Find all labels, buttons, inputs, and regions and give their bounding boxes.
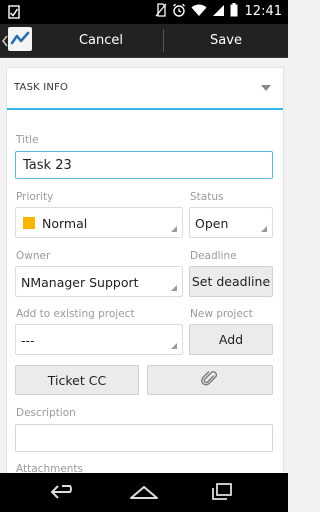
navigation-bar: [0, 473, 288, 512]
dropdown-corner-icon: [171, 285, 177, 291]
status-select[interactable]: Open: [189, 207, 273, 238]
wifi-icon: [191, 2, 207, 21]
project-label: Add to existing project: [16, 308, 135, 320]
owner-select[interactable]: NManager Support: [15, 266, 183, 297]
ticket-cc-button[interactable]: Ticket CC: [15, 365, 139, 395]
paperclip-icon: [201, 370, 219, 391]
deadline-label: Deadline: [190, 250, 237, 262]
owner-value: NManager Support: [21, 275, 139, 290]
status-bar: 12:41: [0, 0, 288, 24]
dropdown-corner-icon: [171, 226, 177, 232]
title-input[interactable]: Task 23: [15, 151, 273, 179]
form-scroll-area[interactable]: TASK INFO Title Task 23 Priority Status …: [0, 57, 288, 473]
task-info-section-header[interactable]: TASK INFO: [7, 68, 283, 110]
back-icon[interactable]: [49, 481, 79, 503]
dropdown-corner-icon: [261, 226, 267, 232]
description-label: Description: [16, 407, 76, 419]
new-project-label: New project: [190, 308, 253, 320]
clock: 12:41: [244, 4, 282, 19]
battery-icon: [230, 2, 238, 21]
owner-label: Owner: [16, 250, 51, 262]
home-icon[interactable]: [129, 481, 159, 503]
cancel-button[interactable]: Cancel: [40, 24, 162, 57]
alarm-icon: [172, 2, 186, 21]
section-title: TASK INFO: [14, 82, 69, 93]
priority-value: Normal: [42, 216, 88, 231]
dropdown-caret-icon: [261, 85, 271, 91]
up-navigation[interactable]: [2, 27, 36, 55]
priority-label: Priority: [16, 191, 54, 203]
description-input[interactable]: [15, 424, 273, 452]
priority-select[interactable]: Normal: [15, 207, 183, 238]
title-value: Task 23: [23, 158, 72, 173]
project-value: ---: [21, 333, 35, 348]
recent-apps-icon[interactable]: [207, 481, 237, 503]
dropdown-corner-icon: [171, 343, 177, 349]
attachments-label: Attachments: [16, 463, 84, 473]
title-label: Title: [16, 134, 39, 146]
status-label: Status: [190, 191, 224, 203]
no-sim-icon: [155, 2, 167, 21]
status-icons: 12:41: [155, 2, 282, 21]
action-bar: Cancel Save: [0, 24, 288, 58]
save-button[interactable]: Save: [164, 24, 288, 57]
set-deadline-button[interactable]: Set deadline: [189, 266, 273, 297]
add-project-button[interactable]: Add: [189, 324, 273, 355]
priority-color-swatch: [23, 217, 35, 229]
attach-file-button[interactable]: [147, 365, 273, 395]
cell-signal-icon: [212, 2, 225, 21]
app-logo-icon: [8, 27, 32, 55]
project-select[interactable]: ---: [15, 324, 183, 355]
status-value: Open: [195, 216, 229, 231]
task-info-card: TASK INFO Title Task 23 Priority Status …: [6, 67, 284, 473]
app-notification-icon: [8, 4, 20, 23]
